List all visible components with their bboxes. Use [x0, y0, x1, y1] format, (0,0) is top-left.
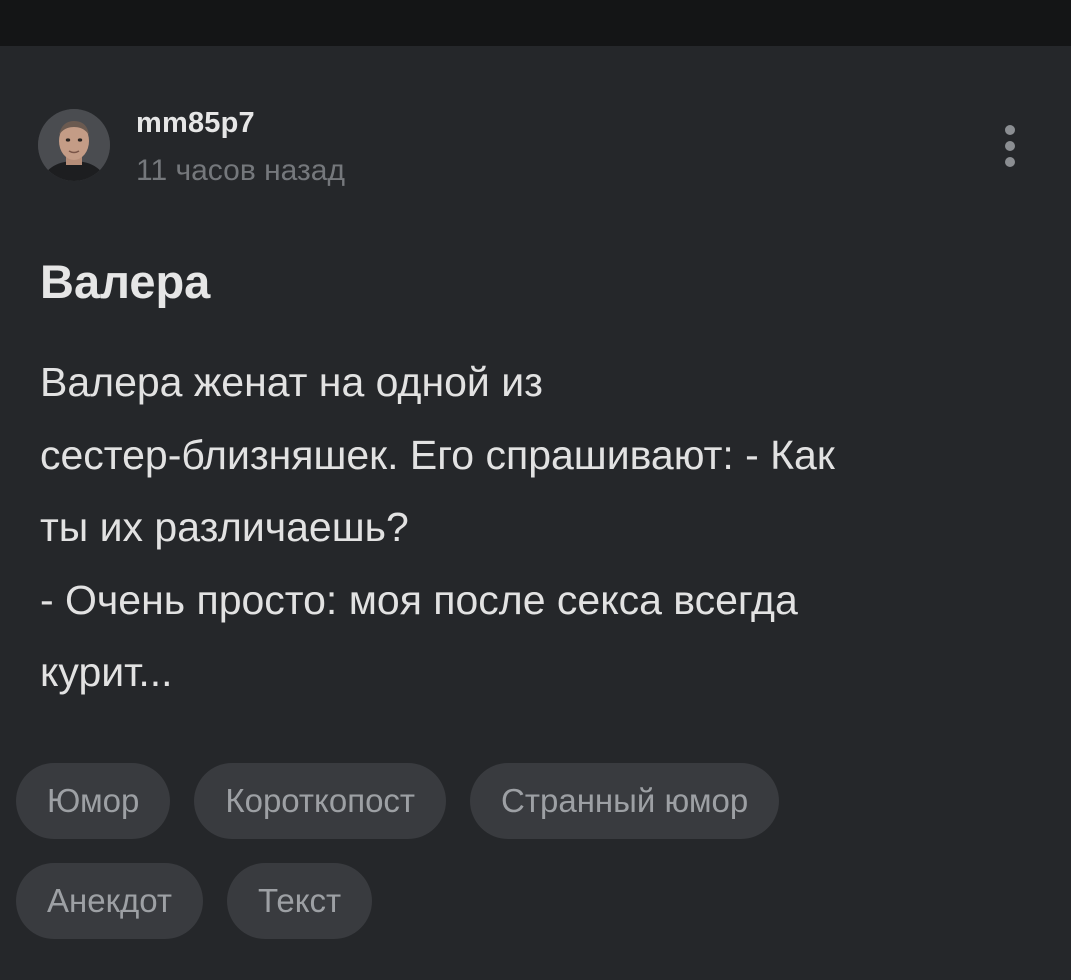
- tag-row: Юмор Коротко­пост Странный юмор: [16, 763, 1056, 839]
- post-body-line: сестер-близняшек. Его спрашивают: - Как: [40, 431, 835, 478]
- tag-anecdote[interactable]: Анекдот: [16, 863, 204, 939]
- tag-shortpost[interactable]: Коротко­пост: [194, 763, 447, 839]
- post-title[interactable]: Валера: [40, 254, 210, 309]
- more-vertical-icon: [1005, 125, 1015, 135]
- tag-strange-humor[interactable]: Странный юмор: [470, 763, 780, 839]
- author-username[interactable]: mm85p7: [136, 107, 255, 140]
- tag-humor[interactable]: Юмор: [16, 763, 171, 839]
- author-avatar[interactable]: [38, 109, 110, 181]
- post-card: mm85p7 11 часов назад Валера Валера жена…: [0, 46, 1071, 980]
- user-photo-avatar-icon: [38, 109, 110, 181]
- tag-list: Юмор Коротко­пост Странный юмор Анекдот …: [16, 763, 1056, 963]
- status-bar-strip: [0, 0, 1071, 46]
- post-timestamp: 11 часов назад: [136, 154, 345, 187]
- more-options-button[interactable]: [990, 118, 1030, 174]
- post-body-line: ты их различаешь?: [40, 504, 409, 550]
- tag-text[interactable]: Текст: [227, 863, 373, 939]
- more-vertical-icon-dot: [1005, 141, 1015, 151]
- more-vertical-icon-dot: [1005, 157, 1015, 167]
- post-body: Валера женат на одной из сестер-близняше…: [40, 346, 1030, 709]
- post-body-line: курит...: [40, 649, 173, 695]
- post-body-line: Валера женат на одной из: [40, 359, 543, 405]
- tag-row: Анекдот Текст: [16, 863, 1056, 939]
- post-body-line: - Очень просто: моя после секса всегда: [40, 576, 798, 623]
